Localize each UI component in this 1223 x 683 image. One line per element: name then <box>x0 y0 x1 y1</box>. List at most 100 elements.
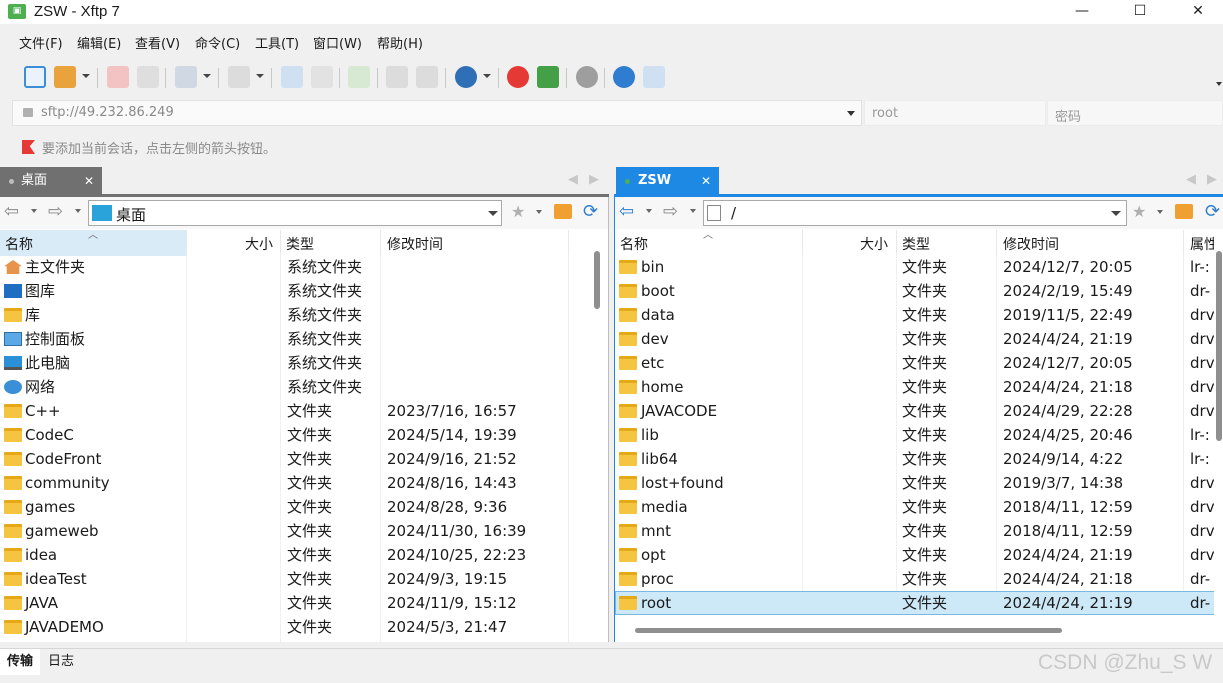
paste-icon[interactable] <box>416 66 438 88</box>
table-row[interactable]: dev 文件夹 2024/4/24, 21:19 drv <box>615 327 1223 351</box>
table-row[interactable]: C++ 文件夹 2023/7/16, 16:57 <box>0 399 590 423</box>
table-row[interactable]: 主文件夹 系统文件夹 <box>0 255 590 279</box>
transfer-queue-icon[interactable] <box>228 66 250 88</box>
table-row[interactable]: ideaTest 文件夹 2024/9/3, 19:15 <box>0 567 590 591</box>
table-row[interactable]: proc 文件夹 2024/4/24, 21:18 dr- <box>615 567 1223 591</box>
new-session-icon[interactable] <box>24 66 46 88</box>
upload-icon[interactable] <box>281 66 303 88</box>
toolbar-overflow-icon[interactable] <box>1216 82 1222 86</box>
table-row[interactable]: 网络 系统文件夹 <box>0 375 590 399</box>
table-row[interactable]: community 文件夹 2024/8/16, 14:43 <box>0 471 590 495</box>
copy-icon[interactable] <box>386 66 408 88</box>
scroll-thumb[interactable] <box>1216 251 1222 441</box>
tab-scroll-left-icon[interactable]: ◀ <box>1186 172 1196 187</box>
table-row[interactable]: JAVADEMO 文件夹 2024/5/3, 21:47 <box>0 615 590 639</box>
col-size[interactable]: 大小 <box>860 234 888 254</box>
table-row[interactable]: boot 文件夹 2024/2/19, 15:49 dr- <box>615 279 1223 303</box>
forward-arrow-icon[interactable]: ⇨ <box>663 203 678 221</box>
chevron-down-icon[interactable] <box>1111 211 1121 216</box>
tab-transfer[interactable]: 传输 <box>0 649 40 675</box>
table-row[interactable]: 图库 系统文件夹 <box>0 279 590 303</box>
tab-scroll-left-icon[interactable]: ◀ <box>568 172 578 187</box>
table-row[interactable]: lib64 文件夹 2024/9/14, 4:22 lr-: <box>615 447 1223 471</box>
table-row[interactable]: media 文件夹 2018/4/11, 12:59 drv <box>615 495 1223 519</box>
tab-scroll-right-icon[interactable]: ▶ <box>589 172 599 187</box>
home-folder-icon[interactable] <box>554 204 572 219</box>
col-type[interactable]: 类型 <box>286 234 314 254</box>
col-name[interactable]: 名称 <box>5 234 33 254</box>
home-folder-icon[interactable] <box>1175 204 1193 219</box>
col-size[interactable]: 大小 <box>245 234 273 254</box>
table-row[interactable]: 库 系统文件夹 <box>0 303 590 327</box>
menu-view[interactable]: 查看(V) <box>135 37 180 53</box>
star-icon[interactable]: ★ <box>1132 202 1146 221</box>
web-icon[interactable] <box>455 66 477 88</box>
remote-scrollbar[interactable] <box>1214 231 1223 641</box>
table-row[interactable]: opt 文件夹 2024/4/24, 21:19 drv <box>615 543 1223 567</box>
settings-icon[interactable] <box>576 66 598 88</box>
table-row[interactable]: lost+found 文件夹 2019/3/7, 14:38 drv <box>615 471 1223 495</box>
table-row[interactable]: lib 文件夹 2024/4/25, 20:46 lr-: <box>615 423 1223 447</box>
chat-icon[interactable] <box>643 66 665 88</box>
username-field[interactable]: root <box>864 100 1046 126</box>
menu-file[interactable]: 文件(F) <box>19 37 63 53</box>
close-icon[interactable]: ✕ <box>701 167 711 195</box>
remote-path-field[interactable]: / <box>703 200 1127 226</box>
address-input[interactable]: sftp://49.232.86.249 <box>41 105 174 120</box>
local-path-field[interactable]: 桌面 <box>88 200 502 226</box>
disconnect-icon[interactable] <box>107 66 129 88</box>
sync-icon[interactable] <box>348 66 370 88</box>
table-row-selected[interactable]: root 文件夹 2024/4/24, 21:19 dr- <box>615 591 1223 615</box>
reconnect-icon[interactable] <box>137 66 159 88</box>
close-icon[interactable]: ✕ <box>84 167 94 195</box>
chevron-down-icon[interactable] <box>847 111 855 116</box>
table-row[interactable]: gameweb 文件夹 2024/11/30, 16:39 <box>0 519 590 543</box>
menu-tools[interactable]: 工具(T) <box>255 37 299 53</box>
bookmark-flag-icon[interactable] <box>22 140 35 154</box>
scroll-thumb[interactable] <box>594 251 600 309</box>
maximize-button[interactable]: ☐ <box>1111 0 1169 24</box>
xftp-icon[interactable] <box>537 66 559 88</box>
back-arrow-icon[interactable]: ⇦ <box>619 203 634 221</box>
col-name[interactable]: 名称 <box>620 234 648 254</box>
back-arrow-icon[interactable]: ⇦ <box>4 203 19 221</box>
new-window-icon[interactable] <box>175 66 197 88</box>
col-mtime[interactable]: 修改时间 <box>387 234 443 254</box>
table-row[interactable]: home 文件夹 2024/4/24, 21:18 drv <box>615 375 1223 399</box>
table-row[interactable]: CodeFront 文件夹 2024/9/16, 21:52 <box>0 447 590 471</box>
table-row[interactable]: bin 文件夹 2024/12/7, 20:05 lr-: <box>615 255 1223 279</box>
menu-window[interactable]: 窗口(W) <box>313 37 362 53</box>
chevron-down-icon[interactable] <box>488 211 498 216</box>
table-row[interactable]: mnt 文件夹 2018/4/11, 12:59 drv <box>615 519 1223 543</box>
table-row[interactable]: JAVA 文件夹 2024/11/9, 15:12 <box>0 591 590 615</box>
table-row[interactable]: 此电脑 系统文件夹 <box>0 351 590 375</box>
tab-log[interactable]: 日志 <box>48 649 74 675</box>
download-icon[interactable] <box>311 66 333 88</box>
open-folder-icon[interactable] <box>54 66 76 88</box>
col-type[interactable]: 类型 <box>902 234 930 254</box>
table-row[interactable]: data 文件夹 2019/11/5, 22:49 drv <box>615 303 1223 327</box>
refresh-icon[interactable]: ⟳ <box>1205 201 1220 222</box>
menu-edit[interactable]: 编辑(E) <box>77 37 121 53</box>
menu-command[interactable]: 命令(C) <box>195 37 240 53</box>
col-mtime[interactable]: 修改时间 <box>1003 234 1059 254</box>
help-icon[interactable] <box>613 66 635 88</box>
table-row[interactable]: etc 文件夹 2024/12/7, 20:05 drv <box>615 351 1223 375</box>
xshell-icon[interactable] <box>507 66 529 88</box>
close-button[interactable]: ✕ <box>1169 0 1223 24</box>
remote-h-scrollbar[interactable] <box>615 622 1223 640</box>
minimize-button[interactable]: — <box>1053 0 1111 24</box>
table-row[interactable]: JAVACODE 文件夹 2024/4/29, 22:28 drv <box>615 399 1223 423</box>
forward-arrow-icon[interactable]: ⇨ <box>48 203 63 221</box>
menu-help[interactable]: 帮助(H) <box>377 37 423 53</box>
tab-desktop[interactable]: 桌面 ✕ <box>0 167 102 195</box>
scroll-thumb[interactable] <box>635 628 1062 633</box>
tab-zsw[interactable]: ZSW ✕ <box>616 167 719 195</box>
star-icon[interactable]: ★ <box>511 202 525 221</box>
local-scrollbar[interactable] <box>591 230 601 642</box>
table-row[interactable]: 控制面板 系统文件夹 <box>0 327 590 351</box>
refresh-icon[interactable]: ⟳ <box>583 201 598 222</box>
table-row[interactable]: idea 文件夹 2024/10/25, 22:23 <box>0 543 590 567</box>
table-row[interactable]: games 文件夹 2024/8/28, 9:36 <box>0 495 590 519</box>
table-row[interactable]: CodeC 文件夹 2024/5/14, 19:39 <box>0 423 590 447</box>
